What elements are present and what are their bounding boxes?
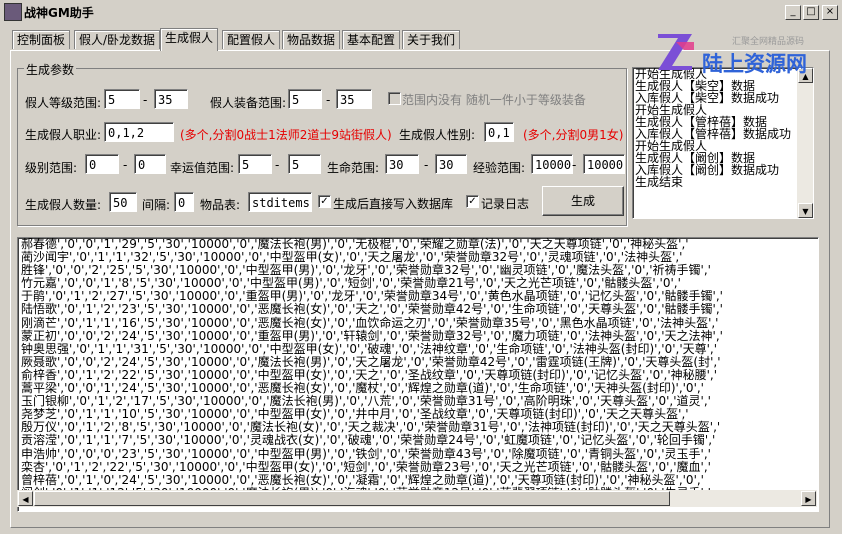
log-label: 记录日志 (481, 197, 530, 211)
scroll-right-icon[interactable]: ▶ (801, 491, 816, 506)
level-min-input[interactable]: 5 (104, 89, 140, 109)
log-output: 开始生成假人 生成假人【柴空】数据 入库假人【柴空】数据成功 开始生成假人 生成假人【管… (632, 67, 814, 219)
title-bar: 战神GM助手 _ □ × (0, 0, 842, 24)
scroll-thumb[interactable] (34, 491, 670, 506)
tab-basic-config[interactable]: 基本配置 (342, 30, 401, 49)
interval-input[interactable]: 0 (174, 192, 194, 212)
tab-control-panel[interactable]: 控制面板 (12, 30, 71, 49)
data-row[interactable]: 申浩帅','0','0','0','23','5','30','10000','… (18, 447, 818, 461)
luck-dash: - (275, 158, 280, 172)
equip-random-label: 范围内没有 随机一件小于等级装备 (402, 93, 586, 107)
generated-data-list[interactable]: 郝春德','0','0','1','29','5','30','10000','… (17, 237, 819, 512)
data-row[interactable]: 栾杏','0','1','2','22','5','30','10000','0… (18, 460, 818, 474)
tab-configure-bots[interactable]: 配置假人 (222, 30, 281, 49)
tab-about[interactable]: 关于我们 (402, 30, 461, 49)
job-hint: (多个,分割0战士1法师2道士9站街假人) (180, 128, 392, 142)
data-row[interactable]: 刚滴芒','0','1','1','16','5','30','10000','… (18, 316, 818, 330)
rows-container: 郝春德','0','0','1','29','5','30','10000','… (18, 238, 818, 500)
level-dash: - (143, 93, 148, 107)
equip-min-input[interactable]: 5 (288, 89, 322, 109)
watermark: 汇聚全网精品源码 陆上资源网 (654, 28, 830, 78)
tab-bot-data[interactable]: 假人/卧龙数据 (74, 30, 161, 49)
gender-input[interactable]: 0,1 (484, 122, 514, 142)
hp-range-label: 生命范围: (327, 161, 380, 175)
hp-max-input[interactable]: 30 (435, 154, 467, 174)
equip-max-input[interactable]: 35 (336, 89, 372, 109)
equip-range-label: 假人装备范围: (210, 96, 287, 110)
exp-min-input[interactable]: 10000 (531, 154, 573, 174)
item-table-input[interactable]: stditems (248, 192, 312, 212)
level-range-label: 假人等级范围: (25, 96, 102, 110)
app-icon (4, 3, 22, 21)
maximize-button[interactable]: □ (803, 5, 819, 20)
log-scroll-down-icon[interactable]: ▼ (798, 203, 813, 218)
gender-label: 生成假人性别: (399, 128, 476, 142)
tab-item-data[interactable]: 物品数据 (282, 30, 341, 49)
watermark-subtitle: 汇聚全网精品源码 (732, 37, 805, 47)
horizontal-scrollbar[interactable]: ◀ ▶ (17, 490, 817, 507)
data-row[interactable]: 贡溶滢','0','1','1','7','5','30','10000','0… (18, 434, 818, 447)
count-label: 生成假人数量: (25, 198, 102, 212)
log-checkbox[interactable]: ✓ (466, 195, 479, 208)
watermark-logo-icon (658, 34, 694, 70)
generate-button[interactable]: 生成 (542, 186, 624, 216)
interval-label: 间隔: (142, 198, 171, 212)
luck-max-input[interactable]: 5 (288, 154, 321, 174)
data-row[interactable]: 厥聂歌','0','0','2','24','5','30','10000','… (18, 355, 818, 369)
gender-hint: (多个,分割0男1女) (523, 128, 624, 142)
rank-range-label: 级别范围: (25, 161, 78, 175)
exp-range-label: 经验范围: (473, 161, 526, 175)
exp-max-input[interactable]: 10000 (583, 154, 625, 174)
tab-generate-bots[interactable]: 生成假人 (160, 28, 219, 51)
data-row[interactable]: 钟奥思强','0','1','1','31','5','30','10000',… (18, 342, 818, 356)
data-row[interactable]: 曾梓蓓','0','1','0','24','5','30','10000','… (18, 473, 818, 487)
hp-dash: - (424, 158, 429, 172)
minimize-button[interactable]: _ (785, 5, 801, 20)
data-row[interactable]: 陆悟歌','0','1','2','23','5','30','10000','… (18, 303, 818, 316)
log-line: 生成结束 (635, 175, 684, 189)
close-button[interactable]: × (822, 5, 838, 20)
scroll-left-icon[interactable]: ◀ (18, 491, 33, 506)
write-db-label: 生成后直接写入数据库 (333, 197, 454, 211)
window-title: 战神GM助手 (24, 6, 94, 20)
write-db-checkbox[interactable]: ✓ (318, 195, 331, 208)
item-table-label: 物品表: (200, 198, 241, 212)
rank-max-input[interactable]: 0 (134, 154, 166, 174)
rank-min-input[interactable]: 0 (85, 154, 119, 174)
data-row[interactable]: 蒙正初','0','0','2','24','5','30','10000','… (18, 329, 818, 343)
count-input[interactable]: 50 (109, 192, 137, 212)
log-scrollbar[interactable]: ▲ ▼ (797, 68, 813, 218)
rank-dash: - (123, 158, 128, 172)
luck-min-input[interactable]: 5 (238, 154, 272, 174)
job-label: 生成假人职业: (25, 128, 102, 142)
log-lines: 开始生成假人 生成假人【柴空】数据 入库假人【柴空】数据成功 开始生成假人 生成假人【管… (633, 68, 813, 188)
watermark-text: 陆上资源网 (702, 52, 807, 76)
level-max-input[interactable]: 35 (154, 89, 188, 109)
job-input[interactable]: 0,1,2 (104, 122, 174, 142)
exp-dash: - (572, 158, 577, 172)
luck-range-label: 幸运值范围: (170, 161, 235, 175)
params-group-title: 生成参数 (24, 61, 77, 78)
equip-dash: - (326, 93, 331, 107)
hp-min-input[interactable]: 30 (385, 154, 419, 174)
equip-random-checkbox[interactable] (388, 92, 401, 105)
